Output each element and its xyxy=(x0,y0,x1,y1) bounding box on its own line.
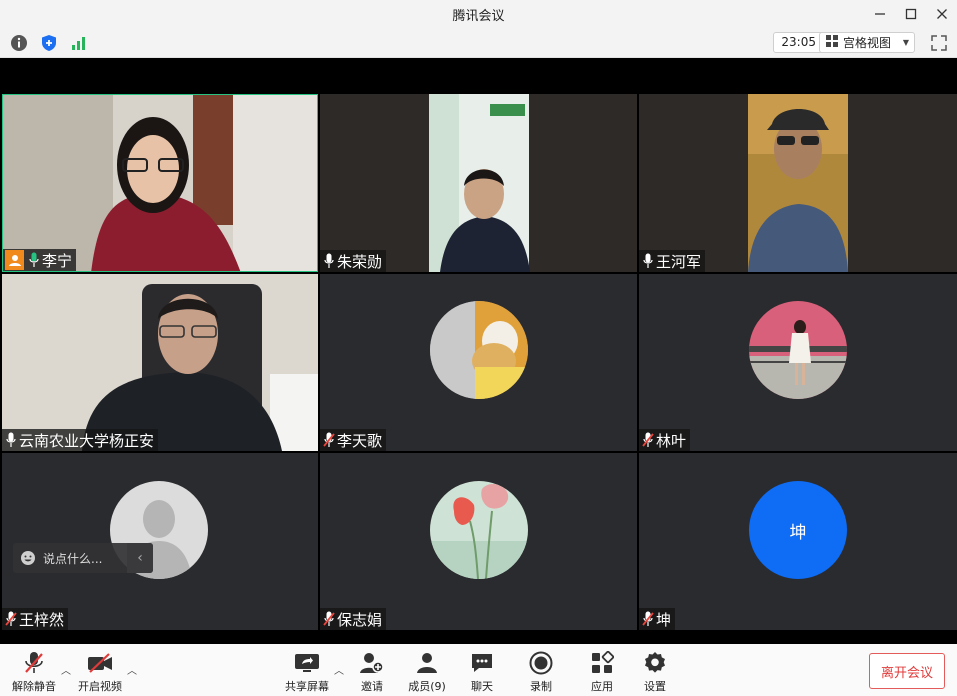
toolbar-label: 设置 xyxy=(644,680,666,693)
chevron-up-icon[interactable]: ︿ xyxy=(334,662,344,677)
toolbar-label: 解除静音 xyxy=(12,680,56,693)
toolbar-label: 成员(9) xyxy=(408,680,446,693)
gear-icon xyxy=(642,650,668,676)
mic-muted-icon xyxy=(4,610,18,628)
participant-name: 林叶 xyxy=(656,431,687,450)
share-screen-button[interactable]: 共享屏幕 xyxy=(283,650,331,694)
invite-button[interactable]: 邀请 xyxy=(352,650,392,694)
view-mode-select[interactable]: 宫格视图 ▼ xyxy=(819,32,915,53)
participant-tile-wanghejun[interactable]: 王河军 xyxy=(639,94,957,272)
chat-icon xyxy=(469,650,495,676)
fullscreen-icon[interactable] xyxy=(929,33,949,53)
chat-button[interactable]: 聊天 xyxy=(464,650,500,694)
window-title: 腾讯会议 xyxy=(452,8,505,24)
participant-tile-linye[interactable]: 林叶 xyxy=(639,274,957,451)
toolbar-label: 共享屏幕 xyxy=(285,680,329,693)
chevron-left-icon[interactable]: ‹ xyxy=(127,543,153,573)
participant-name-tag: 林叶 xyxy=(639,429,691,451)
toolbar-label: 开启视频 xyxy=(78,680,122,693)
meeting-toolbar: 解除静音 ︿ 开启视频 ︿ 共享屏幕 ︿ 邀请 成员(9) 聊天 录制 应用 设… xyxy=(0,644,957,696)
participant-tile-kun[interactable]: 坤 坤 xyxy=(639,453,957,630)
participant-video xyxy=(3,95,317,271)
participant-name: 王梓然 xyxy=(19,610,65,629)
grid-icon xyxy=(825,34,839,51)
participant-tile-wangziran[interactable]: 王梓然 xyxy=(2,453,318,630)
participant-name-tag: 王梓然 xyxy=(2,608,69,630)
share-screen-icon xyxy=(294,650,320,676)
chat-placeholder: 说点什么... xyxy=(43,551,103,566)
chevron-up-icon[interactable]: ︿ xyxy=(127,662,137,677)
close-icon[interactable] xyxy=(926,0,957,28)
toolbar-label: 录制 xyxy=(530,680,552,693)
participant-name: 王河军 xyxy=(656,252,702,271)
participant-tile-zhurongxun[interactable]: 朱荣勋 xyxy=(320,94,637,272)
avatar xyxy=(749,301,847,399)
mic-on-icon xyxy=(641,252,655,270)
record-icon xyxy=(528,650,554,676)
chat-quick-input[interactable]: 说点什么... ‹ xyxy=(13,543,153,573)
apps-icon xyxy=(589,650,615,676)
toolbar-label: 邀请 xyxy=(361,680,383,693)
participant-name: 坤 xyxy=(656,610,672,629)
participant-video xyxy=(429,94,530,272)
participant-name-tag: 王河军 xyxy=(639,250,706,272)
info-icon[interactable] xyxy=(6,31,32,55)
maximize-icon[interactable] xyxy=(895,0,926,28)
invite-user-icon xyxy=(359,650,385,676)
avatar: 坤 xyxy=(749,481,847,579)
mic-on-icon xyxy=(322,252,336,270)
view-mode-label: 宫格视图 xyxy=(843,36,892,50)
avatar xyxy=(430,301,528,399)
toolbar-label: 聊天 xyxy=(471,680,493,693)
members-button[interactable]: 成员(9) xyxy=(404,650,450,694)
participant-name: 保志娟 xyxy=(337,610,383,629)
title-bar: 腾讯会议 xyxy=(0,0,957,28)
toolbar-label: 应用 xyxy=(591,680,613,693)
mic-on-icon xyxy=(4,431,18,449)
start-video-button[interactable]: 开启视频 xyxy=(76,650,124,694)
chevron-up-icon[interactable]: ︿ xyxy=(61,662,71,677)
info-bar: 23:05 宫格视图 ▼ xyxy=(0,28,957,58)
mic-on-icon xyxy=(27,251,41,269)
chevron-down-icon: ▼ xyxy=(902,38,909,47)
video-grid: 李宁 朱荣勋 王河军 云南农业大学杨正安 李天歌 林叶 王梓然 保志娟 坤 坤 … xyxy=(0,58,957,644)
settings-button[interactable]: 设置 xyxy=(637,650,673,694)
participant-video xyxy=(748,94,848,272)
participant-video xyxy=(2,274,318,451)
participant-name: 李天歌 xyxy=(337,431,383,450)
minimize-icon[interactable] xyxy=(864,0,895,28)
host-icon xyxy=(5,250,24,270)
participant-name: 云南农业大学杨正安 xyxy=(19,431,155,450)
meeting-timer: 23:05 xyxy=(773,32,824,53)
emoji-icon[interactable] xyxy=(13,543,43,573)
participant-tile-baozhijuan[interactable]: 保志娟 xyxy=(320,453,637,630)
participant-name-tag: 李天歌 xyxy=(320,429,387,451)
participant-tile-lining[interactable]: 李宁 xyxy=(2,94,318,272)
avatar xyxy=(430,481,528,579)
participant-tile-yangzhengan[interactable]: 云南农业大学杨正安 xyxy=(2,274,318,451)
participant-name: 李宁 xyxy=(42,251,73,270)
participant-name-tag: 保志娟 xyxy=(320,608,387,630)
window-controls xyxy=(864,0,957,28)
record-button[interactable]: 录制 xyxy=(523,650,559,694)
participant-name: 朱荣勋 xyxy=(337,252,383,271)
apps-button[interactable]: 应用 xyxy=(584,650,620,694)
mic-muted-icon xyxy=(641,610,655,628)
shield-icon[interactable] xyxy=(36,31,62,55)
members-icon xyxy=(414,650,440,676)
camera-off-icon xyxy=(87,650,113,676)
mic-muted-icon xyxy=(641,431,655,449)
mic-muted-icon xyxy=(322,431,336,449)
participant-name-tag: 朱荣勋 xyxy=(320,250,387,272)
leave-meeting-button[interactable]: 离开会议 xyxy=(869,653,945,689)
unmute-button[interactable]: 解除静音 xyxy=(10,650,58,694)
participant-name-tag: 云南农业大学杨正安 xyxy=(2,429,159,451)
signal-icon[interactable] xyxy=(66,31,92,55)
participant-tile-litiange[interactable]: 李天歌 xyxy=(320,274,637,451)
mic-muted-icon xyxy=(322,610,336,628)
participant-name-tag: 坤 xyxy=(639,608,676,630)
mic-muted-icon xyxy=(21,650,47,676)
participant-name-tag: 李宁 xyxy=(3,249,77,271)
